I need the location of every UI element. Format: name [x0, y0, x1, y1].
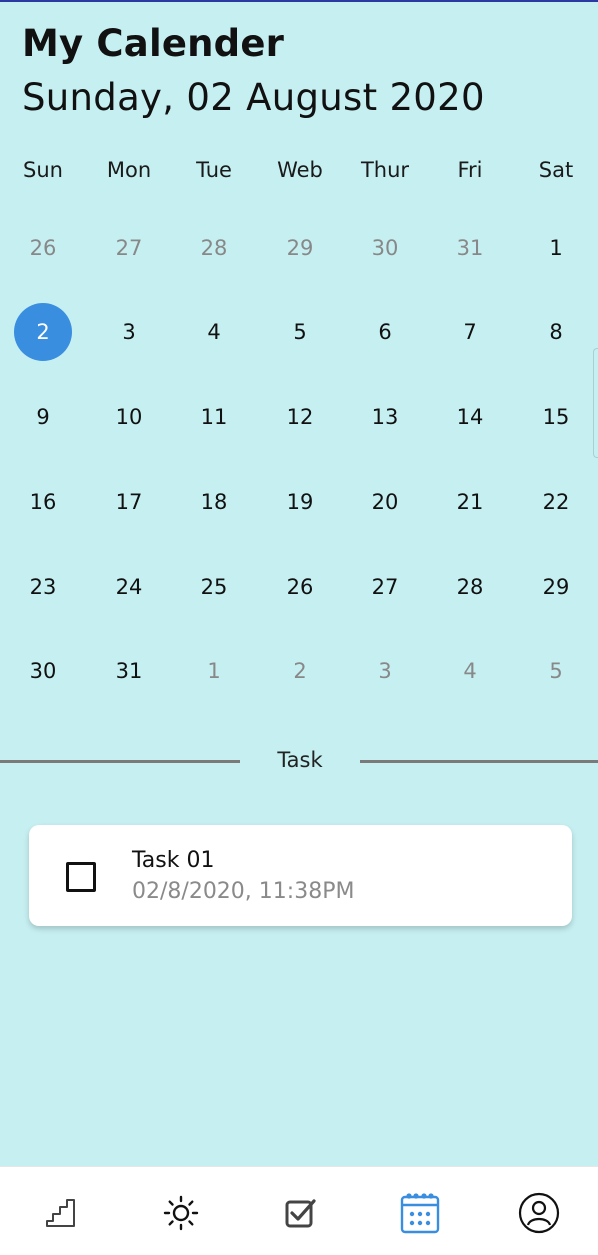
calendar-day[interactable]: 1 — [185, 642, 243, 700]
nav-calendar-button[interactable] — [398, 1191, 442, 1235]
calendar-day[interactable]: 31 — [100, 642, 158, 700]
calendar-day[interactable]: 22 — [527, 473, 585, 531]
calendar-day[interactable]: 20 — [356, 473, 414, 531]
calendar-day[interactable]: 19 — [271, 473, 329, 531]
calendar-day[interactable]: 9 — [14, 388, 72, 446]
calendar-day[interactable]: 12 — [271, 388, 329, 446]
scroll-edge-handle[interactable] — [593, 348, 598, 458]
calendar-day[interactable]: 27 — [356, 558, 414, 616]
calendar-day[interactable]: 5 — [527, 642, 585, 700]
calendar-day[interactable]: 28 — [441, 558, 499, 616]
calendar-day[interactable]: 18 — [185, 473, 243, 531]
nav-stairs-button[interactable] — [39, 1191, 83, 1235]
calendar-day[interactable]: 7 — [441, 303, 499, 361]
calendar-day[interactable]: 28 — [185, 219, 243, 277]
calendar-day[interactable]: 23 — [14, 558, 72, 616]
section-divider-left — [0, 760, 240, 763]
weekday-label: Thur — [360, 158, 410, 182]
calendar-day[interactable]: 6 — [356, 303, 414, 361]
calendar-day[interactable]: 21 — [441, 473, 499, 531]
calendar-day[interactable]: 8 — [527, 303, 585, 361]
nav-profile-button[interactable] — [517, 1191, 561, 1235]
current-date-heading: Sunday, 02 August 2020 — [22, 76, 485, 119]
task-datetime: 02/8/2020, 11:38PM — [132, 879, 355, 904]
top-edge-line — [0, 0, 598, 2]
page-title: My Calender — [22, 22, 285, 65]
checkbox-icon — [285, 1199, 316, 1228]
sun-icon — [163, 1195, 199, 1231]
nav-sun-button[interactable] — [159, 1191, 203, 1235]
calendar-day[interactable]: 13 — [356, 388, 414, 446]
calendar-icon — [400, 1193, 440, 1234]
weekday-label: Tue — [196, 158, 232, 182]
calendar-day[interactable]: 15 — [527, 388, 585, 446]
calendar-day[interactable]: 30 — [356, 219, 414, 277]
calendar-day[interactable]: 2 — [271, 642, 329, 700]
calendar-day[interactable]: 17 — [100, 473, 158, 531]
task-card[interactable]: Task 01 02/8/2020, 11:38PM — [29, 825, 572, 926]
section-divider-right — [360, 760, 598, 763]
weekday-label: Mon — [106, 158, 152, 182]
calendar-day[interactable]: 27 — [100, 219, 158, 277]
calendar-day[interactable]: 30 — [14, 642, 72, 700]
calendar-day[interactable]: 11 — [185, 388, 243, 446]
calendar-day-selected[interactable]: 2 — [14, 303, 72, 361]
weekday-label: Web — [277, 158, 323, 182]
calendar-day[interactable]: 26 — [14, 219, 72, 277]
calendar-day[interactable]: 31 — [441, 219, 499, 277]
calendar-day[interactable]: 29 — [271, 219, 329, 277]
calendar-day[interactable]: 16 — [14, 473, 72, 531]
calendar-day[interactable]: 4 — [441, 642, 499, 700]
weekday-header: Sun Mon Tue Web Thur Fri Sat — [0, 158, 598, 188]
task-section-label: Task — [277, 748, 323, 772]
task-checkbox[interactable] — [66, 862, 96, 892]
calendar-day[interactable]: 5 — [271, 303, 329, 361]
user-icon — [518, 1192, 560, 1234]
calendar-day[interactable]: 3 — [356, 642, 414, 700]
calendar-day[interactable]: 24 — [100, 558, 158, 616]
nav-tasks-button[interactable] — [278, 1191, 322, 1235]
calendar-day[interactable]: 10 — [100, 388, 158, 446]
calendar-day[interactable]: 14 — [441, 388, 499, 446]
calendar-day[interactable]: 29 — [527, 558, 585, 616]
bottom-navigation — [0, 1166, 598, 1255]
stairs-icon — [46, 1199, 75, 1227]
task-title: Task 01 — [132, 848, 215, 873]
weekday-label: Sun — [23, 158, 63, 182]
weekday-label: Sat — [538, 158, 574, 182]
weekday-label: Fri — [457, 158, 483, 182]
calendar-day[interactable]: 25 — [185, 558, 243, 616]
calendar-day[interactable]: 26 — [271, 558, 329, 616]
calendar-day[interactable]: 4 — [185, 303, 243, 361]
calendar-day[interactable]: 1 — [527, 219, 585, 277]
calendar-day[interactable]: 3 — [100, 303, 158, 361]
